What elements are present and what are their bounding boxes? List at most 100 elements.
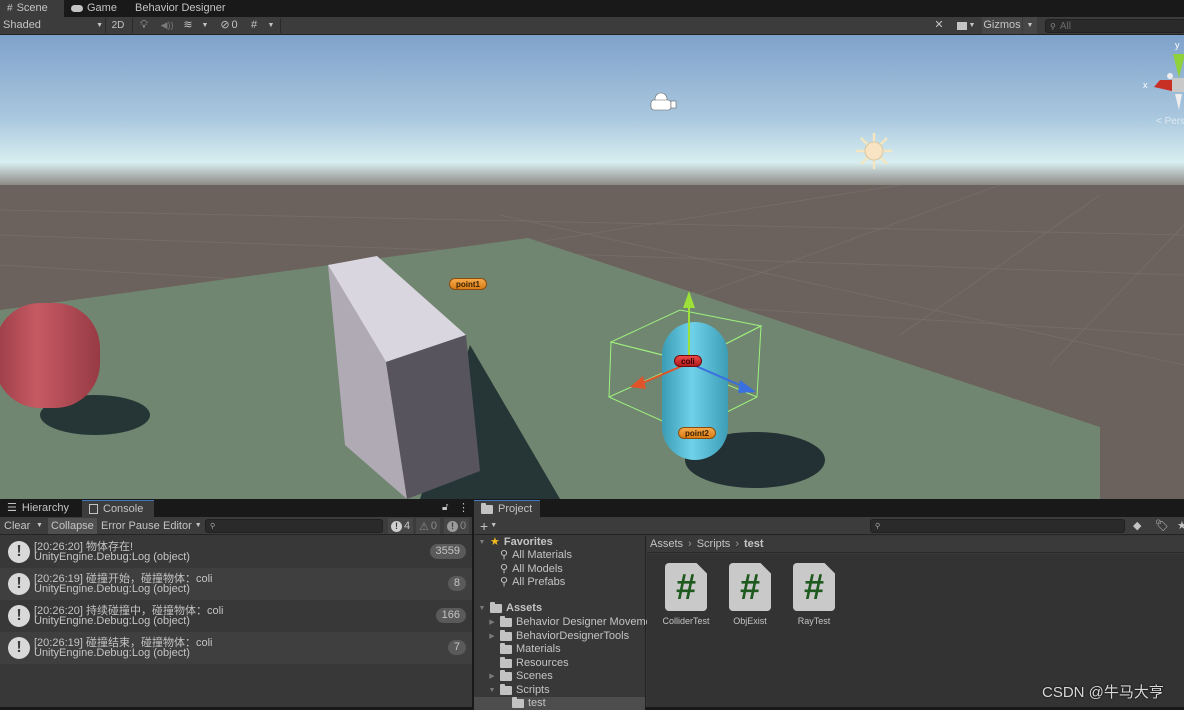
2d-toggle[interactable]: 2D <box>108 17 128 34</box>
clear-options-dropdown[interactable]: ▼ <box>33 518 46 534</box>
camera-icon <box>956 21 967 30</box>
create-button[interactable]: + ▼ <box>477 518 500 534</box>
tree-folder[interactable]: ▶ Behavior Designer Moveme <box>488 616 652 629</box>
tree-folder-selected[interactable]: test <box>474 697 645 710</box>
tree-folder[interactable]: ▶ BehaviorDesignerTools <box>488 630 629 643</box>
log-entry[interactable]: ! [20:26:19] 碰撞结束，碰撞物体：coli UnityEngine.… <box>0 632 472 664</box>
star-icon: ★ <box>1177 520 1184 532</box>
label-point1[interactable]: point1 <box>449 278 487 290</box>
asset-script[interactable]: # RayTest <box>786 563 842 626</box>
label-point2[interactable]: point2 <box>678 427 716 439</box>
grid-toggle[interactable]: # <box>245 17 263 34</box>
chevron-down-icon: ▼ <box>490 522 498 529</box>
tab-project[interactable]: Project <box>474 500 540 517</box>
expand-arrow-icon[interactable]: ▼ <box>488 684 496 697</box>
log-entry[interactable]: ! [20:26:19] 碰撞开始，碰撞物体：coli UnityEngine.… <box>0 568 472 600</box>
orientation-gizmo[interactable]: y x < Persp <box>1140 40 1184 127</box>
breadcrumb-item[interactable]: Scripts <box>697 538 731 550</box>
tag-icon: 🏷︎ <box>1155 520 1169 532</box>
project-search-input[interactable]: ⚲ <box>870 519 1125 533</box>
tree-assets[interactable]: ▼ Assets <box>478 602 542 615</box>
tree-folder[interactable]: ▶ Scenes <box>488 670 553 683</box>
more-options-icon[interactable]: ⋮ <box>458 501 469 514</box>
label-coli[interactable]: coli <box>674 355 702 367</box>
tree-folder[interactable]: Materials <box>488 643 561 656</box>
gizmos-button[interactable]: Gizmos <box>982 17 1022 34</box>
tree-favorite-item[interactable]: ⚲ All Materials <box>500 549 572 562</box>
scene-viewport[interactable]: point1 point2 coli y x < Persp <box>0 35 1184 499</box>
log-count-toggle[interactable]: ! 4 <box>388 518 414 534</box>
tab-hierarchy[interactable]: ☰ Hierarchy <box>0 500 80 517</box>
folder-icon <box>500 670 512 681</box>
hidden-objects-toggle[interactable]: ⊘ 0 <box>215 17 243 34</box>
camera-gizmo-icon[interactable] <box>648 92 678 112</box>
asset-script[interactable]: # ColliderTest <box>658 563 714 626</box>
favorites-button[interactable]: ★ <box>1174 518 1184 534</box>
expand-arrow-icon[interactable]: ▶ <box>488 630 496 643</box>
log-entry[interactable]: ! [20:26:20] 持续碰撞中，碰撞物体：coli UnityEngine… <box>0 600 472 632</box>
breadcrumb-item[interactable]: test <box>744 538 764 550</box>
console-search-input[interactable]: ⚲ <box>205 519 383 533</box>
gizmos-dropdown[interactable]: ▼ <box>1023 17 1037 34</box>
camera-settings-button[interactable]: ▼ <box>953 17 979 34</box>
clear-button[interactable]: Clear <box>1 518 33 534</box>
project-tab-bar: Project <box>474 500 1184 517</box>
editor-dropdown[interactable]: Editor ▼ <box>160 518 205 534</box>
log-count-badge: 166 <box>435 608 466 623</box>
project-panel: Project + ▼ ⚲ ◆ 🏷︎ ★ ▼ ★ Favorites ⚲ All … <box>474 500 1184 710</box>
projection-label[interactable]: < Persp <box>1156 116 1184 127</box>
tree-favorite-item[interactable]: ⚲ All Models <box>500 563 563 576</box>
tree-folder[interactable]: Resources <box>488 657 569 670</box>
error-pause-toggle[interactable]: Error Pause <box>98 518 163 534</box>
tab-console[interactable]: Console <box>82 500 154 517</box>
search-by-type-button[interactable]: ◆ <box>1130 518 1144 534</box>
grid-dropdown[interactable]: ▼ <box>265 17 277 34</box>
folder-icon <box>500 643 512 654</box>
list-icon: ☰ <box>7 502 17 514</box>
asset-script[interactable]: # ObjExist <box>722 563 778 626</box>
expand-arrow-icon[interactable]: ▶ <box>488 616 496 629</box>
grid-snap-icon: # <box>250 19 258 31</box>
tree-favorites[interactable]: ▼ ★ Favorites <box>478 536 553 549</box>
chevron-down-icon: ▼ <box>194 522 202 529</box>
project-toolbar: + ▼ ⚲ ◆ 🏷︎ ★ <box>474 517 1184 535</box>
lighting-toggle[interactable]: 💡︎ <box>135 17 153 34</box>
tree-favorite-item[interactable]: ⚲ All Prefabs <box>500 576 565 589</box>
expand-arrow-icon[interactable]: ▶ <box>488 670 496 683</box>
console-tab-bar: ☰ Hierarchy Console 🔓︎ ⋮ <box>0 500 472 517</box>
tools-button[interactable]: ✕ <box>930 17 948 34</box>
chevron-down-icon: ▼ <box>968 22 976 29</box>
tree-folder[interactable]: ▼ Scripts <box>488 684 550 697</box>
red-capsule <box>0 303 100 408</box>
audio-toggle[interactable]: ◀)) <box>158 17 176 34</box>
console-toolbar: Clear ▼ Collapse Error Pause Editor ▼ ⚲ … <box>0 517 472 535</box>
chevron-right-icon: › <box>735 538 739 550</box>
collapse-toggle[interactable]: Collapse <box>48 518 97 534</box>
scene-search-input[interactable]: ⚲ All <box>1045 19 1184 33</box>
log-count-badge: 3559 <box>429 544 466 559</box>
draw-mode-dropdown[interactable]: Shaded ▼ <box>3 17 103 34</box>
folder-icon <box>500 616 512 627</box>
directional-light-icon[interactable] <box>855 132 893 170</box>
effects-dropdown[interactable]: ▼ <box>199 17 211 34</box>
scene-tab-bar: # Scene Game Behavior Designer <box>0 0 1184 17</box>
lock-icon[interactable]: 🔓︎ <box>442 502 448 513</box>
breadcrumb-item[interactable]: Assets <box>650 538 683 550</box>
error-count-toggle[interactable]: ! 0 <box>444 518 470 534</box>
search-by-label-button[interactable]: 🏷︎ <box>1152 518 1172 534</box>
info-icon: ! <box>8 541 30 563</box>
csharp-script-icon: # <box>793 563 835 611</box>
eye-slash-icon: ⊘ <box>220 19 230 31</box>
expand-arrow-icon[interactable]: ▼ <box>478 536 486 549</box>
gamepad-icon <box>71 5 83 12</box>
folder-icon <box>481 502 493 514</box>
chevron-down-icon: ▼ <box>96 22 103 29</box>
tab-game[interactable]: Game <box>64 0 126 17</box>
warning-count-toggle[interactable]: ⚠ 0 <box>416 518 440 534</box>
tab-behavior-designer[interactable]: Behavior Designer <box>128 0 233 17</box>
effects-toggle[interactable]: ≋ <box>179 17 197 34</box>
tab-scene[interactable]: # Scene <box>0 0 64 17</box>
scene-render <box>0 35 1184 499</box>
expand-arrow-icon[interactable]: ▼ <box>478 602 486 615</box>
log-entry[interactable]: ! [20:26:20] 物体存在! UnityEngine.Debug:Log… <box>0 536 472 568</box>
